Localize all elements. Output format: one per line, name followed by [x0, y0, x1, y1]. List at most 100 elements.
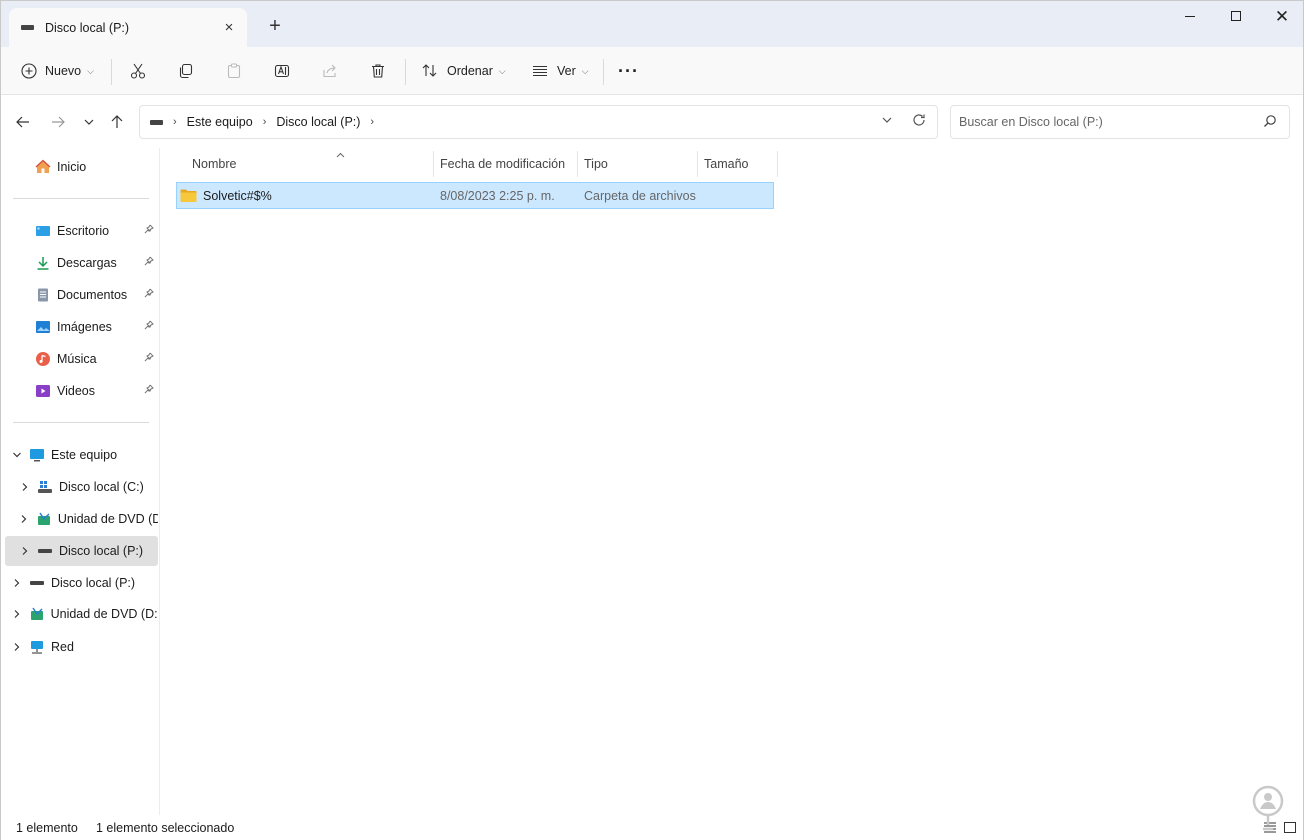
- pictures-icon: [35, 319, 51, 335]
- chevron-right-icon[interactable]: [11, 642, 23, 652]
- new-button[interactable]: Nuevo ⌵: [21, 55, 94, 87]
- maximize-button[interactable]: [1213, 1, 1259, 31]
- drive-icon: [29, 575, 45, 591]
- sidebar-item-label: Inicio: [57, 160, 87, 174]
- cut-button[interactable]: [129, 55, 147, 87]
- column-header-type[interactable]: Tipo: [584, 151, 696, 177]
- view-list-icon: [533, 65, 547, 77]
- share-button[interactable]: [321, 55, 339, 87]
- sidebar-item-label: Imágenes: [57, 320, 112, 334]
- sidebar-item-disco-local-c[interactable]: Disco local (C:): [5, 472, 158, 502]
- forward-button[interactable]: [46, 110, 70, 134]
- column-header-label: Fecha de modificación: [440, 157, 566, 171]
- sidebar-item-escritorio[interactable]: Escritorio: [5, 216, 158, 246]
- sidebar-item-inicio[interactable]: Inicio: [5, 152, 158, 182]
- file-list: Nombre Fecha de modificación Tipo Tamaño…: [161, 148, 1303, 815]
- column-divider[interactable]: [433, 151, 434, 177]
- address-bar[interactable]: › Este equipo › Disco local (P:) ›: [139, 105, 938, 139]
- column-divider[interactable]: [777, 151, 778, 177]
- chevron-down-icon[interactable]: [11, 450, 23, 460]
- home-icon: [35, 159, 51, 175]
- back-button[interactable]: [11, 110, 35, 134]
- sidebar-item-imagenes[interactable]: Imágenes: [5, 312, 158, 342]
- sidebar-item-disco-local-p[interactable]: Disco local (P:): [5, 536, 158, 566]
- item-count: 1 elemento: [16, 821, 78, 835]
- search-box[interactable]: [950, 105, 1290, 139]
- pin-icon[interactable]: [144, 320, 154, 333]
- search-input[interactable]: [959, 115, 1249, 129]
- up-button[interactable]: [105, 110, 129, 134]
- pin-icon[interactable]: [144, 384, 154, 397]
- sidebar-item-red[interactable]: Red: [5, 632, 158, 662]
- refresh-icon: [913, 114, 925, 126]
- column-divider[interactable]: [697, 151, 698, 177]
- rename-button[interactable]: [273, 55, 291, 87]
- computer-icon: [29, 447, 45, 463]
- sidebar-item-unidad-dvd-root[interactable]: Unidad de DVD (D:): [5, 599, 158, 629]
- search-icon[interactable]: [1263, 114, 1277, 128]
- folder-icon: [180, 189, 197, 202]
- sidebar-item-descargas[interactable]: Descargas: [5, 248, 158, 278]
- tab-disco-local-p[interactable]: Disco local (P:) ×: [9, 8, 247, 47]
- refresh-button[interactable]: [911, 112, 927, 132]
- pin-icon[interactable]: [144, 224, 154, 237]
- file-name: Solvetic#$%: [203, 188, 272, 203]
- address-history-button[interactable]: [881, 114, 893, 129]
- table-row[interactable]: Solvetic#$% 8/08/2023 2:25 p. m. Carpeta…: [176, 182, 774, 209]
- new-tab-button[interactable]: +: [263, 14, 287, 38]
- breadcrumb-separator[interactable]: ›: [370, 116, 374, 128]
- column-header-label: Tipo: [584, 157, 608, 171]
- pin-icon[interactable]: [144, 256, 154, 269]
- close-tab-icon[interactable]: ×: [219, 17, 239, 37]
- column-header-modified[interactable]: Fecha de modificación: [440, 151, 576, 177]
- more-options-button[interactable]: ···: [618, 55, 639, 87]
- tab-title: Disco local (P:): [45, 20, 130, 35]
- file-name-cell: Solvetic#$%: [180, 183, 430, 208]
- column-divider[interactable]: [577, 151, 578, 177]
- file-type: Carpeta de archivos: [584, 188, 696, 203]
- sort-button[interactable]: Ordenar ⌵: [421, 55, 506, 87]
- toolbar-divider: [405, 59, 406, 85]
- minimize-button[interactable]: [1167, 1, 1213, 31]
- sort-ascending-icon: [336, 150, 345, 160]
- chevron-right-icon[interactable]: [11, 609, 23, 619]
- delete-button[interactable]: [369, 55, 387, 87]
- command-bar: [1, 47, 1303, 95]
- view-button[interactable]: Ver ⌵: [531, 55, 589, 87]
- sidebar-item-musica[interactable]: Música: [5, 344, 158, 374]
- sidebar-item-documentos[interactable]: Documentos: [5, 280, 158, 310]
- sidebar-item-label: Videos: [57, 384, 95, 398]
- chevron-right-icon[interactable]: [19, 546, 31, 556]
- sidebar-item-videos[interactable]: Videos: [5, 376, 158, 406]
- pin-icon[interactable]: [144, 288, 154, 301]
- column-header-name[interactable]: Nombre: [192, 151, 432, 177]
- download-icon: [35, 255, 51, 271]
- chevron-right-icon[interactable]: [19, 482, 31, 492]
- rename-icon: [274, 64, 290, 78]
- sidebar-item-este-equipo[interactable]: Este equipo: [5, 440, 158, 470]
- sidebar-item-unidad-dvd[interactable]: Unidad de DVD (D:): [5, 504, 158, 534]
- arrow-left-icon: [16, 116, 29, 128]
- paste-button[interactable]: [225, 55, 243, 87]
- copy-button[interactable]: [177, 55, 195, 87]
- breadcrumb-disco-local-p[interactable]: Disco local (P:): [276, 115, 360, 129]
- breadcrumb-este-equipo[interactable]: Este equipo: [187, 115, 253, 129]
- chevron-right-icon[interactable]: [19, 514, 30, 524]
- share-icon: [323, 64, 336, 78]
- recent-locations-button[interactable]: [77, 110, 101, 134]
- sort-button-label: Ordenar: [447, 64, 493, 78]
- sidebar-item-disco-local-p-root[interactable]: Disco local (P:): [5, 568, 158, 598]
- dvd-drive-icon: [29, 606, 45, 622]
- sidebar-item-label: Escritorio: [57, 224, 110, 238]
- column-header-size[interactable]: Tamaño: [704, 151, 776, 177]
- watermark-logo: [1252, 785, 1284, 831]
- sidebar-item-label: Disco local (P:): [59, 544, 144, 558]
- close-window-button[interactable]: ✕: [1259, 1, 1304, 31]
- chevron-down-icon: [84, 119, 94, 125]
- trash-icon: [372, 64, 384, 78]
- pin-icon[interactable]: [144, 352, 154, 365]
- network-icon: [29, 639, 45, 655]
- chevron-right-icon[interactable]: [11, 578, 23, 588]
- breadcrumb-separator[interactable]: ›: [173, 116, 177, 128]
- breadcrumb-separator[interactable]: ›: [263, 116, 267, 128]
